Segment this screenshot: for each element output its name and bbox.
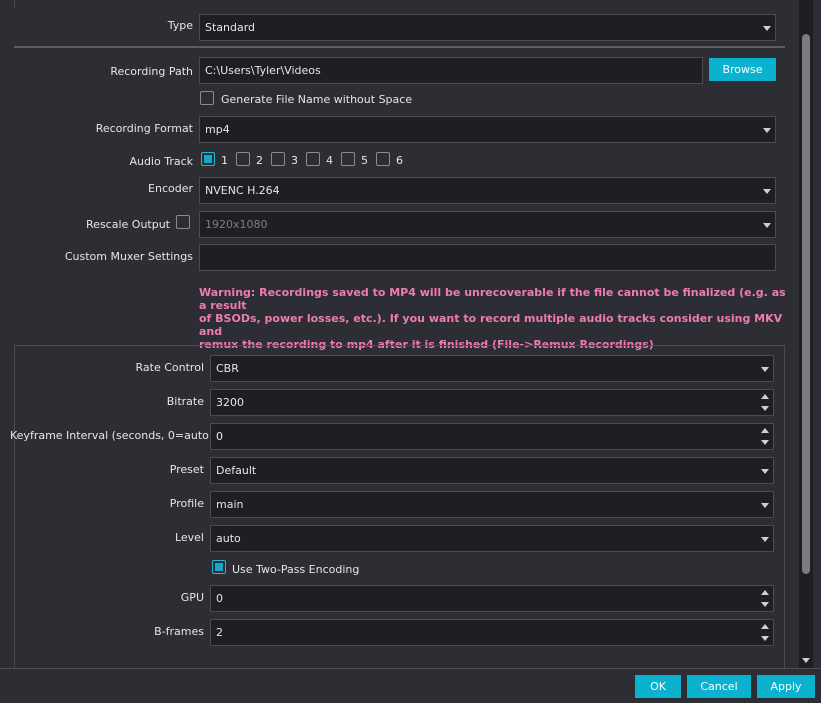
level-select[interactable]: auto	[210, 525, 774, 552]
type-label: Type	[167, 19, 193, 32]
audio-track-label: Audio Track	[129, 155, 193, 168]
spin-down-icon[interactable]	[761, 440, 769, 445]
spin-down-icon[interactable]	[761, 602, 769, 607]
encoder-value: NVENC H.264	[205, 184, 280, 197]
mp4-warning-line-2: of BSODs, power losses, etc.). If you wa…	[199, 312, 783, 338]
two-pass-label: Use Two-Pass Encoding	[232, 563, 360, 576]
audio-track-5-label: 5	[361, 154, 368, 167]
audio-track-4-label: 4	[326, 154, 333, 167]
filename-nospace-label: Generate File Name without Space	[221, 93, 413, 106]
spin-up-icon[interactable]	[761, 624, 769, 629]
audio-track-5-checkbox[interactable]	[341, 152, 355, 166]
scrollbar-thumb[interactable]	[802, 34, 810, 574]
audio-track-3-checkbox[interactable]	[271, 152, 285, 166]
recording-format-value: mp4	[205, 123, 230, 136]
preset-label: Preset	[169, 463, 204, 476]
custom-muxer-input[interactable]	[199, 244, 776, 271]
rescale-output-select[interactable]: 1920x1080	[199, 211, 776, 238]
gpu-label: GPU	[180, 591, 204, 604]
spin-down-icon[interactable]	[761, 406, 769, 411]
audio-track-1-checkbox[interactable]	[201, 152, 215, 166]
gpu-value: 0	[216, 592, 223, 605]
rate-control-value: CBR	[216, 362, 239, 375]
chevron-down-icon	[761, 502, 769, 508]
bframes-value: 2	[216, 626, 223, 639]
level-value: auto	[216, 532, 241, 545]
recording-format-label: Recording Format	[95, 122, 193, 135]
keyframe-interval-spinbox[interactable]: 0	[210, 423, 774, 450]
recording-path-input[interactable]: C:\Users\Tyler\Videos	[199, 57, 703, 84]
profile-select[interactable]: main	[210, 491, 774, 518]
two-pass-checkbox[interactable]	[212, 560, 226, 574]
spin-up-icon[interactable]	[761, 428, 769, 433]
keyframe-interval-value: 0	[216, 430, 223, 443]
chevron-down-icon	[763, 188, 771, 194]
rescale-output-checkbox[interactable]	[176, 215, 190, 229]
chevron-down-icon	[761, 468, 769, 474]
preset-value: Default	[216, 464, 257, 477]
audio-track-4-checkbox[interactable]	[306, 152, 320, 166]
audio-track-6-label: 6	[396, 154, 403, 167]
spin-up-icon[interactable]	[761, 394, 769, 399]
bframes-spinbox[interactable]: 2	[210, 619, 774, 646]
type-select-value: Standard	[205, 21, 256, 34]
rescale-output-value: 1920x1080	[205, 218, 268, 231]
chevron-down-icon	[761, 536, 769, 542]
mp4-warning-line-1: Warning: Recordings saved to MP4 will be…	[199, 286, 786, 312]
mp4-warning-text: Warning: Recordings saved to MP4 will be…	[199, 286, 789, 351]
recording-path-label: Recording Path	[110, 65, 193, 78]
scroll-down-arrow-icon[interactable]	[802, 658, 810, 663]
custom-muxer-label: Custom Muxer Settings	[64, 250, 193, 263]
chevron-down-icon	[761, 366, 769, 372]
audio-track-6-checkbox[interactable]	[376, 152, 390, 166]
spin-up-icon[interactable]	[761, 590, 769, 595]
audio-track-3-label: 3	[291, 154, 298, 167]
keyframe-interval-label: Keyframe Interval (seconds, 0=auto)	[10, 429, 214, 442]
encoder-select[interactable]: NVENC H.264	[199, 177, 776, 204]
recording-path-value: C:\Users\Tyler\Videos	[205, 64, 321, 77]
type-select[interactable]: Standard	[199, 14, 776, 41]
bframes-label: B-frames	[154, 625, 204, 638]
audio-track-1-label: 1	[221, 154, 228, 167]
chevron-down-icon	[763, 127, 771, 133]
bitrate-value: 3200	[216, 396, 244, 409]
rate-control-label: Rate Control	[135, 361, 204, 374]
chevron-down-icon	[763, 25, 771, 31]
filename-nospace-checkbox[interactable]	[200, 91, 214, 105]
recording-format-select[interactable]: mp4	[199, 116, 776, 143]
rate-control-select[interactable]: CBR	[210, 355, 774, 382]
spin-down-icon[interactable]	[761, 636, 769, 641]
gpu-spinbox[interactable]: 0	[210, 585, 774, 612]
apply-button[interactable]: Apply	[757, 675, 815, 698]
encoder-label: Encoder	[148, 182, 193, 195]
bitrate-label: Bitrate	[166, 395, 204, 408]
preset-select[interactable]: Default	[210, 457, 774, 484]
browse-button[interactable]: Browse	[709, 58, 776, 81]
audio-track-2-label: 2	[256, 154, 263, 167]
profile-value: main	[216, 498, 244, 511]
chevron-down-icon	[763, 222, 771, 228]
cancel-button[interactable]: Cancel	[687, 675, 751, 698]
rescale-output-label: Rescale Output	[86, 218, 170, 231]
profile-label: Profile	[169, 497, 204, 510]
level-label: Level	[174, 531, 204, 544]
bitrate-spinbox[interactable]: 3200	[210, 389, 774, 416]
audio-track-2-checkbox[interactable]	[236, 152, 250, 166]
ok-button[interactable]: OK	[635, 675, 681, 698]
vertical-scrollbar[interactable]	[799, 0, 813, 668]
section-divider	[14, 46, 785, 48]
top-frame-edge	[14, 0, 15, 8]
